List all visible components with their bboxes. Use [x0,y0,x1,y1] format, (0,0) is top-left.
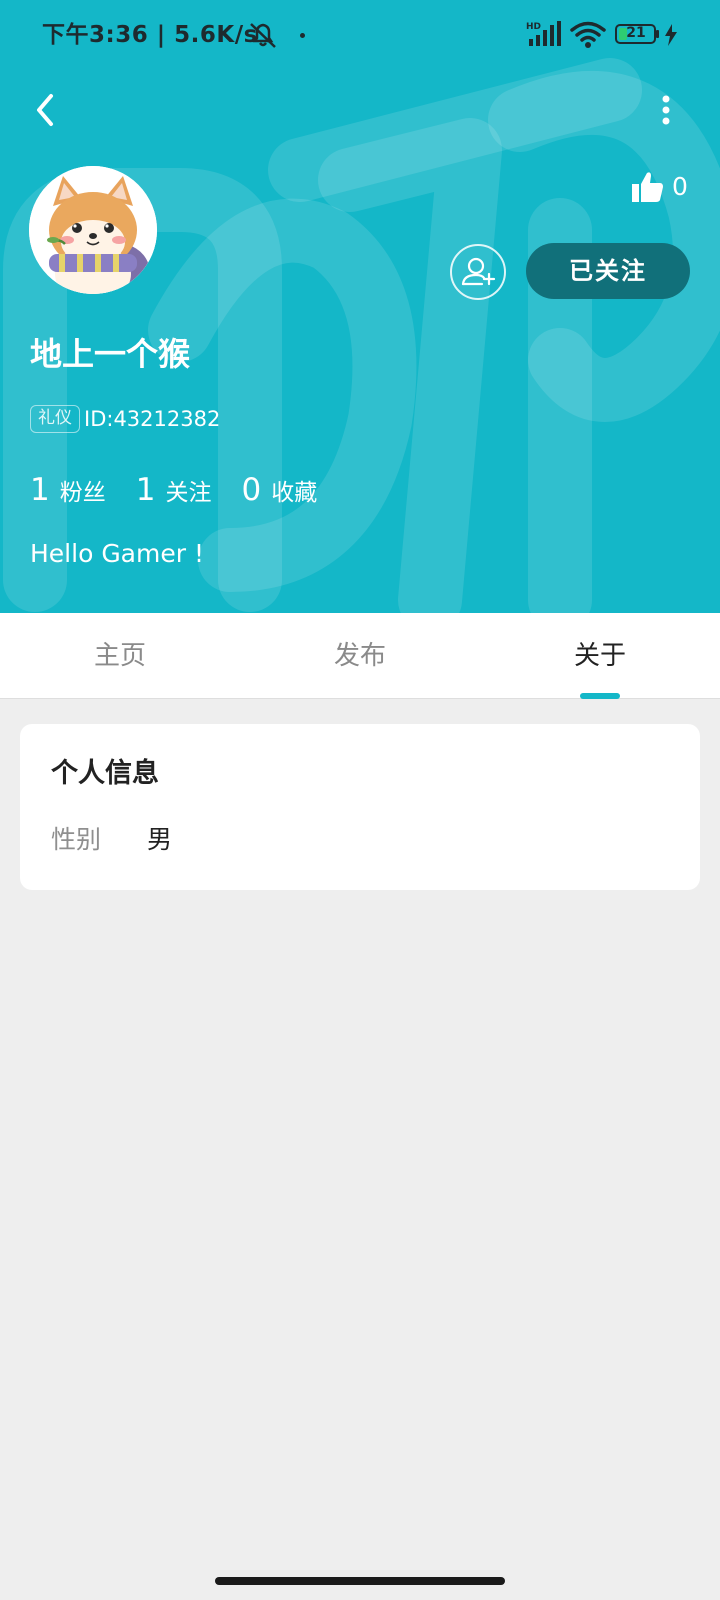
user-badge[interactable]: 礼仪 [30,405,80,433]
avatar[interactable] [29,166,157,294]
signal-icon: HD [526,21,561,46]
follow-button[interactable]: 已关注 [526,243,690,299]
more-options-button[interactable] [646,86,686,134]
user-id: ID:43212382 [84,407,221,431]
gender-label: 性别 [51,825,102,854]
signal-hd-label: HD [526,22,541,32]
active-tab-indicator [580,693,620,699]
profile-tabs: 主页 发布 关于 [0,613,720,699]
status-bar: 下午3:36 | 5.6K/s HD 21 [0,0,720,70]
card-title: 个人信息 [51,758,159,789]
mute-icon [250,23,276,48]
like-count: 0 [672,172,688,201]
profile-header: 下午3:36 | 5.6K/s HD 21 0 已关注 地上一个猴 礼仪 ID:… [0,0,720,613]
shiba-avatar-image [29,166,157,294]
thumbs-up-icon [632,172,663,202]
charging-icon [665,24,677,46]
add-friend-button[interactable] [450,244,506,300]
stat-number: 1 [30,472,50,508]
username: 地上一个猴 [30,335,191,373]
stat-number: 1 [135,472,156,508]
stat-label: 粉丝 [59,480,106,506]
user-stats: 1 粉丝 1 关注 0 收藏 [30,468,347,512]
gender-value: 男 [147,825,173,854]
watermark-graphic [3,58,720,613]
tab-home[interactable]: 主页 [0,613,240,699]
like-button[interactable] [632,170,664,204]
home-indicator[interactable] [215,1577,505,1585]
status-time: 下午3:36 | 5.6K/s [42,22,258,48]
stat-followers[interactable]: 1 粉丝 [30,468,106,515]
stat-following[interactable]: 1 关注 [136,468,212,515]
battery-icon: 21 [615,24,659,44]
personal-info-card: 个人信息 性别 男 [20,724,700,890]
stat-favorites[interactable]: 0 收藏 [241,468,317,515]
tab-posts[interactable]: 发布 [240,613,480,699]
stat-number: 0 [241,472,262,508]
chevron-left-icon [37,94,53,126]
stat-label: 关注 [165,480,212,506]
battery-level: 21 [626,25,646,41]
stat-label: 收藏 [271,480,318,506]
user-bio: Hello Gamer ! [30,539,204,568]
add-user-icon [461,257,496,286]
dot-icon [300,33,305,38]
back-button[interactable] [22,86,70,134]
more-vertical-icon [662,95,670,125]
wifi-icon [570,21,606,48]
tab-about[interactable]: 关于 [480,613,720,699]
